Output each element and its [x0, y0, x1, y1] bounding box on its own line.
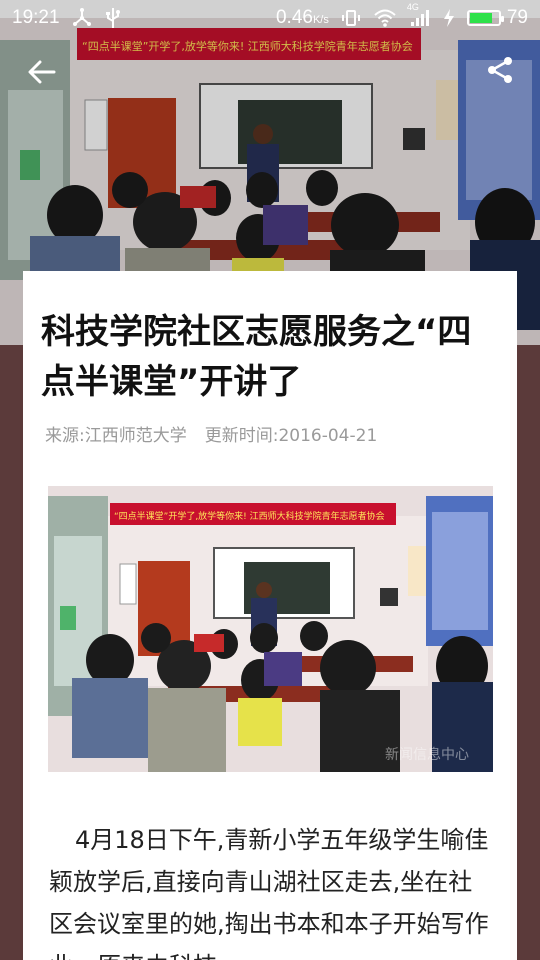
- article-body: 4月18日下午,青新小学五年级学生喻佳颖放学后,直接向青山湖社区走去,坐在社区会…: [49, 826, 489, 960]
- signal-icon: 4G: [407, 2, 431, 28]
- usb-tether-icon: [72, 8, 92, 28]
- status-bar: 19:21 0.46K/s 4G 79: [0, 0, 540, 36]
- battery-icon: 79: [466, 7, 528, 29]
- share-icon: [488, 57, 512, 83]
- battery-percent: 79: [506, 7, 528, 28]
- network-speed: 0.46K/s: [275, 7, 329, 28]
- article-card: 科技学院社区志愿服务之“四点半课堂”开讲了 来源:江西师范大学 更新时间:201…: [23, 271, 517, 960]
- article-photo[interactable]: “四点半课堂”开学了,放学等你来! 江西师大科技学院青年志愿者协会 新闻信息中心: [48, 476, 493, 772]
- article-meta: 来源:江西师范大学 更新时间:2016-04-21: [45, 421, 377, 446]
- article-title: 科技学院社区志愿服务之“四点半课堂”开讲了: [41, 312, 472, 402]
- wifi-icon: [373, 8, 397, 28]
- photo-scene: “四点半课堂”开学了,放学等你来! 江西师大科技学院青年志愿者协会: [48, 476, 493, 772]
- vibrate-icon: [341, 8, 361, 28]
- status-time: 19:21: [12, 7, 60, 28]
- back-button[interactable]: [24, 54, 60, 90]
- photo-banner-text: “四点半课堂”开学了,放学等你来! 江西师大科技学院青年志愿者协会: [114, 510, 385, 522]
- photo-watermark: 新闻信息中心: [385, 747, 469, 763]
- article-source: 来源:江西师范大学: [45, 426, 187, 446]
- network-speed-unit: K/s: [312, 14, 329, 26]
- charging-icon: [443, 8, 455, 28]
- arrow-left-icon: [28, 60, 56, 84]
- battery-fill: [469, 13, 492, 23]
- article-updated: 更新时间:2016-04-21: [204, 426, 378, 446]
- share-button[interactable]: [482, 52, 518, 88]
- signal-type: 4G: [406, 2, 419, 12]
- usb-icon: [104, 7, 122, 29]
